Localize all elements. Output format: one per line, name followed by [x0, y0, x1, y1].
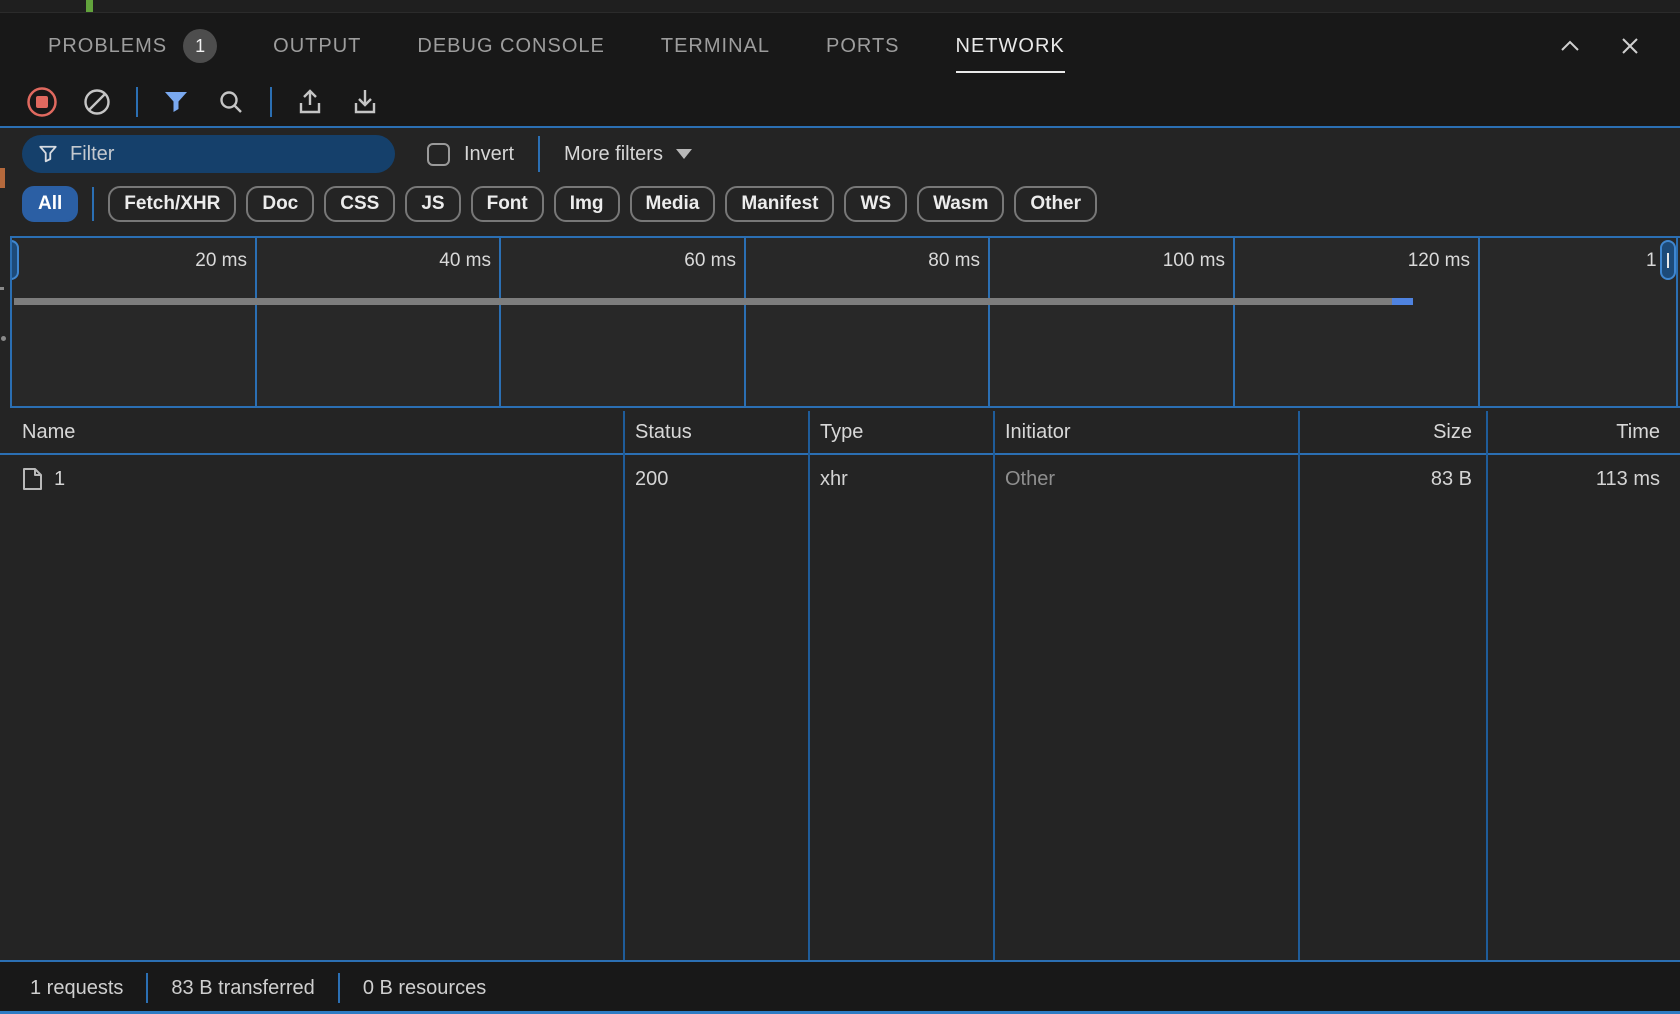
column-separator[interactable]: [623, 411, 625, 960]
column-separator[interactable]: [1486, 411, 1488, 960]
resource-type-chips: All Fetch/XHR Doc CSS JS Font Img Media …: [0, 180, 1680, 236]
column-header-name[interactable]: Name: [0, 411, 625, 453]
close-panel-icon[interactable]: [1616, 32, 1644, 60]
network-toolbar: [0, 78, 1680, 126]
chip-other[interactable]: Other: [1014, 186, 1097, 222]
git-modified-gutter: [86, 0, 93, 13]
tick-label: 40 ms: [401, 250, 491, 272]
import-upload-icon[interactable]: [292, 84, 328, 120]
chip-font[interactable]: Font: [471, 186, 544, 222]
requests-count: 1 requests: [30, 977, 123, 1000]
editor-edge-mark: [0, 168, 5, 188]
filter-funnel-icon[interactable]: [158, 84, 194, 120]
invert-toggle: Invert: [427, 143, 514, 166]
gridline: [1233, 238, 1235, 406]
column-header-initiator[interactable]: Initiator: [995, 411, 1300, 453]
editor-strip: 20 // const yourMMKVStorage = new MMKV()…: [0, 0, 1680, 13]
column-separator[interactable]: [808, 411, 810, 960]
chip-doc[interactable]: Doc: [246, 186, 314, 222]
tick-label: 60 ms: [646, 250, 736, 272]
maximize-panel-icon[interactable]: [1556, 32, 1584, 60]
request-size-cell: 83 B: [1300, 455, 1488, 503]
column-header-time[interactable]: Time: [1488, 411, 1680, 453]
chip-separator: [92, 187, 94, 221]
clear-block-icon[interactable]: [79, 84, 115, 120]
column-separator[interactable]: [993, 411, 995, 960]
tab-debug-console[interactable]: DEBUG CONSOLE: [417, 14, 604, 78]
waterfall-bar-waiting: [14, 298, 1392, 305]
column-header-size[interactable]: Size: [1300, 411, 1488, 453]
gridline: [255, 238, 257, 406]
tab-terminal[interactable]: TERMINAL: [661, 14, 770, 78]
summary-separator: [146, 973, 148, 1003]
tick-label: 120 ms: [1380, 250, 1470, 272]
panel-controls: [1556, 14, 1644, 78]
more-filters-button[interactable]: More filters: [564, 143, 692, 166]
chip-media[interactable]: Media: [630, 186, 716, 222]
transferred-size: 83 B transferred: [171, 977, 314, 1000]
editor-edge-mark: [1, 336, 6, 341]
chip-js[interactable]: JS: [405, 186, 460, 222]
column-separator[interactable]: [1298, 411, 1300, 960]
chip-css[interactable]: CSS: [324, 186, 395, 222]
request-type-cell: xhr: [810, 455, 995, 503]
timeline-overview[interactable]: 20 ms 40 ms 60 ms 80 ms 100 ms 120 ms 1: [10, 236, 1680, 408]
table-header: Name Status Type Initiator Size Time: [0, 411, 1680, 455]
gridline: [988, 238, 990, 406]
gridline: [744, 238, 746, 406]
request-initiator-cell: Other: [995, 455, 1300, 503]
waterfall-bar-download: [1392, 298, 1413, 305]
tab-problems[interactable]: PROBLEMS 1: [48, 14, 217, 78]
column-header-type[interactable]: Type: [810, 411, 995, 453]
filter-input-pill[interactable]: [22, 135, 395, 173]
column-header-status[interactable]: Status: [625, 411, 810, 453]
toolbar-separator: [136, 87, 138, 117]
tick-label: 80 ms: [890, 250, 980, 272]
toolbar-separator: [270, 87, 272, 117]
invert-checkbox[interactable]: [427, 143, 450, 166]
panel-tabbar: PROBLEMS 1 OUTPUT DEBUG CONSOLE TERMINAL…: [0, 14, 1680, 78]
summary-separator: [338, 973, 340, 1003]
chevron-down-icon: [676, 149, 692, 159]
gridline: [1478, 238, 1480, 406]
filter-separator: [538, 136, 540, 172]
resources-size: 0 B resources: [363, 977, 486, 1000]
tick-label: 100 ms: [1135, 250, 1225, 272]
network-panel: Invert More filters All Fetch/XHR Doc CS…: [0, 128, 1680, 962]
chip-fetch-xhr[interactable]: Fetch/XHR: [108, 186, 236, 222]
chip-wasm[interactable]: Wasm: [917, 186, 1004, 222]
request-status-cell: 200: [625, 455, 810, 503]
tab-ports[interactable]: PORTS: [826, 14, 900, 78]
gridline: [499, 238, 501, 406]
requests-table: Name Status Type Initiator Size Time 1 2…: [0, 411, 1680, 962]
tick-label-partial: 1: [1646, 250, 1657, 272]
filter-bar: Invert More filters: [0, 128, 1680, 180]
invert-label: Invert: [464, 143, 514, 166]
code-line: 20 // const yourMMKVStorage = new MMKV()…: [0, 0, 1680, 13]
request-name-cell: 1: [0, 455, 625, 503]
funnel-icon: [38, 144, 58, 164]
chip-img[interactable]: Img: [554, 186, 620, 222]
line-number: 20: [48, 12, 72, 13]
search-icon[interactable]: [213, 84, 249, 120]
chip-all[interactable]: All: [22, 186, 78, 222]
document-icon: [22, 467, 43, 491]
overview-left-handle[interactable]: [10, 240, 19, 280]
tick-label: 20 ms: [157, 250, 247, 272]
tab-output[interactable]: OUTPUT: [273, 14, 361, 78]
filter-input[interactable]: [70, 143, 350, 166]
request-time-cell: 113 ms: [1488, 455, 1680, 503]
gridline: [1676, 238, 1678, 406]
export-download-icon[interactable]: [347, 84, 383, 120]
summary-bar: 1 requests 83 B transferred 0 B resource…: [0, 962, 1680, 1014]
editor-edge-mark: [0, 287, 4, 290]
record-stop-icon[interactable]: [24, 84, 60, 120]
chip-ws[interactable]: WS: [844, 186, 907, 222]
problems-count-badge: 1: [183, 29, 217, 63]
overview-right-handle[interactable]: [1660, 240, 1676, 280]
table-row[interactable]: 1 200 xhr Other 83 B 113 ms: [0, 455, 1680, 503]
tab-network[interactable]: NETWORK: [956, 14, 1065, 78]
chip-manifest[interactable]: Manifest: [725, 186, 834, 222]
